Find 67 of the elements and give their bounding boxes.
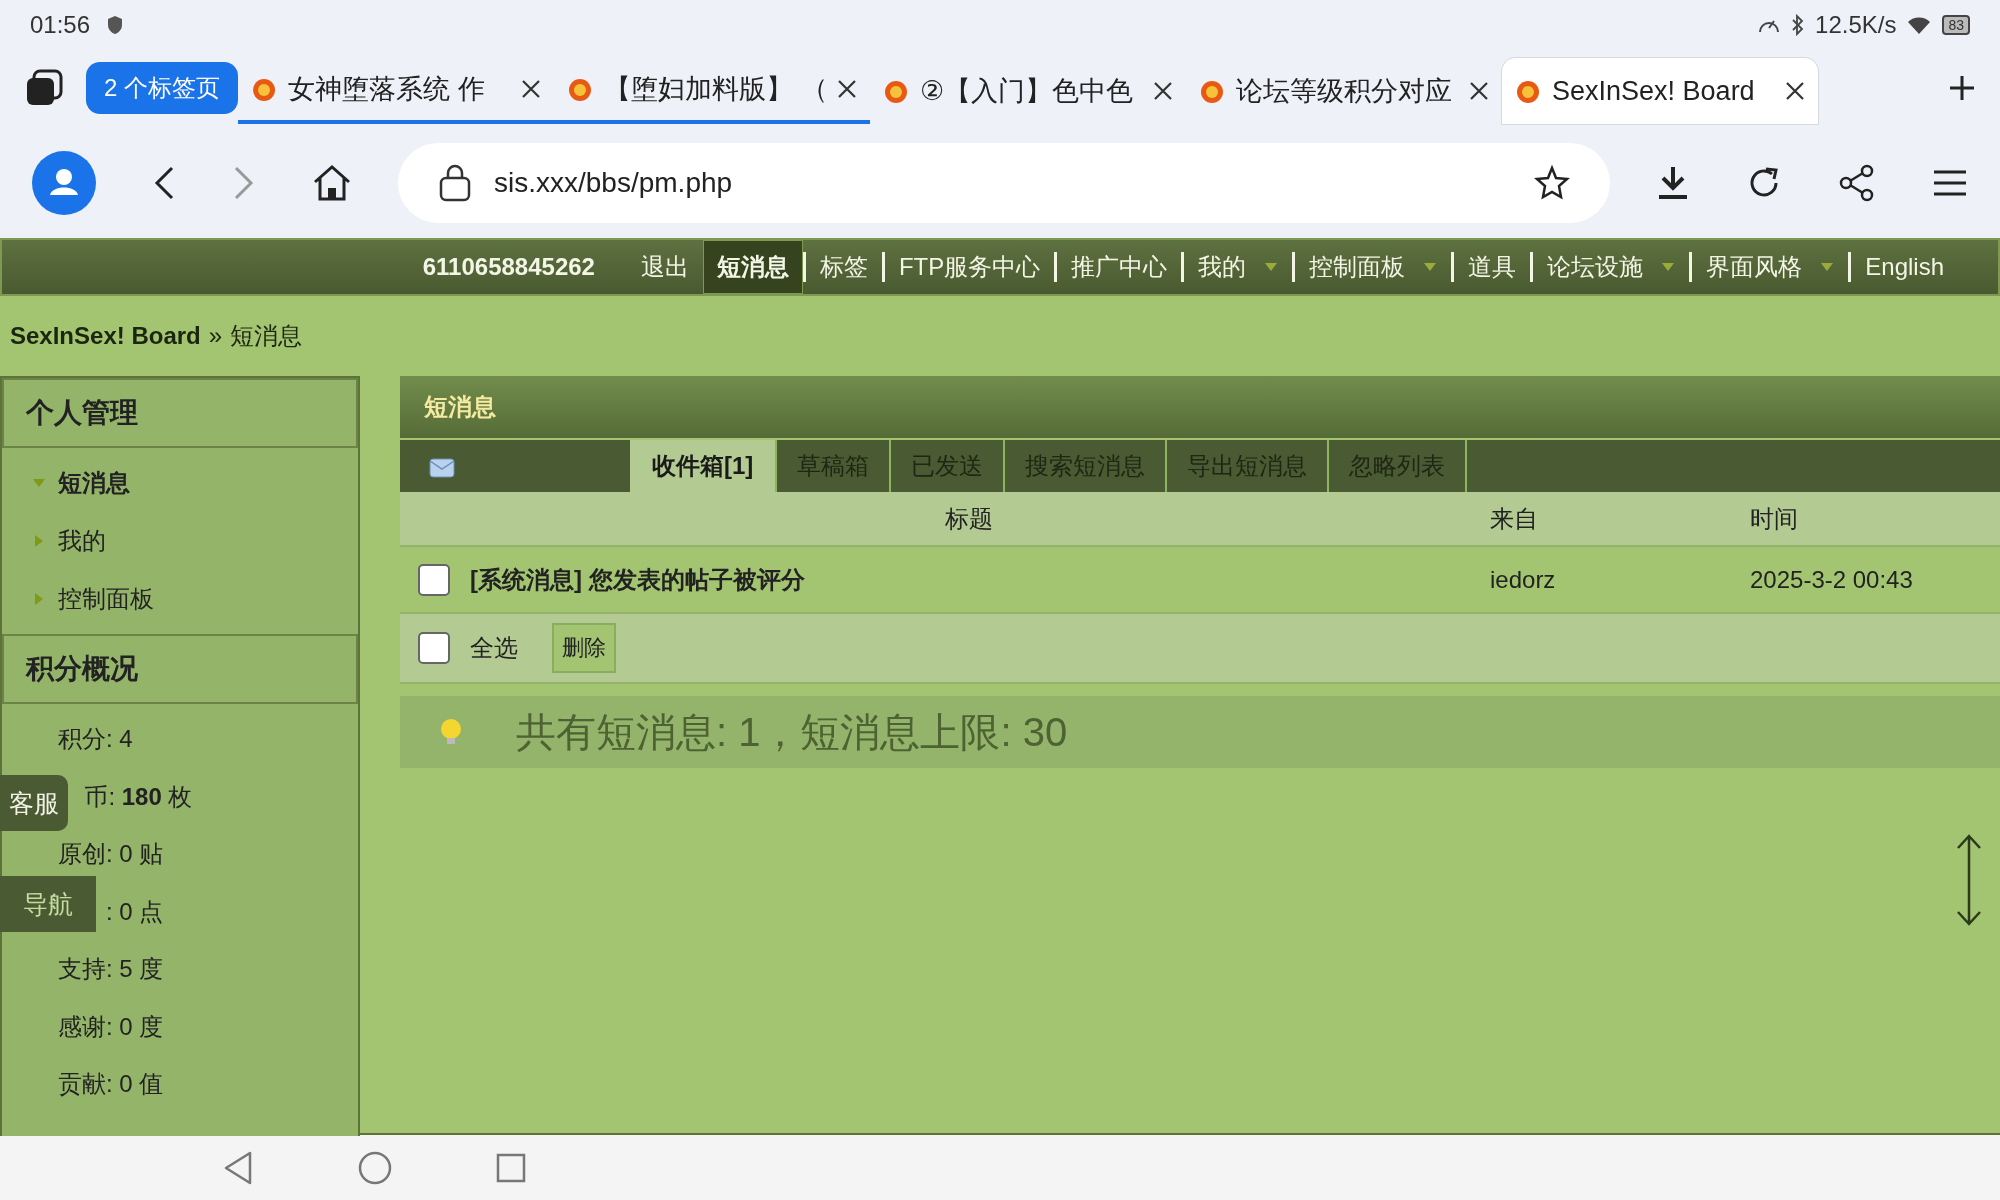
browser-tab[interactable]: SexInSex! Board xyxy=(1502,58,1818,125)
sidebar-item[interactable]: 短消息 xyxy=(2,454,358,513)
status-time: 01:56 xyxy=(30,10,91,39)
sidebar-heading: 个人管理 xyxy=(2,378,358,449)
dropdown-caret-icon[interactable] xyxy=(1423,262,1438,273)
sender-cell: iedorz xyxy=(1490,565,1556,594)
nav-link[interactable]: 推广中心 xyxy=(1054,252,1182,283)
select-all-checkbox[interactable] xyxy=(418,632,450,665)
checkbox[interactable] xyxy=(418,563,450,596)
new-tab-icon[interactable] xyxy=(1948,74,1976,103)
recents-icon[interactable] xyxy=(496,1152,526,1183)
browser-tab[interactable]: ②【入门】色中色 xyxy=(870,58,1186,125)
sidebar-heading: 积分概况 xyxy=(2,634,358,705)
nav-link[interactable]: 道具 xyxy=(1451,252,1531,283)
network-speed: 12.5K/s xyxy=(1815,10,1897,39)
stat-text: 贡献: 0 值 xyxy=(58,1069,164,1100)
column-header: 时间 xyxy=(1750,503,1798,534)
menu-icon[interactable] xyxy=(1932,168,1968,197)
delete-button[interactable]: 删除 xyxy=(552,623,616,674)
stat-text: 原创: 0 贴 xyxy=(58,839,164,870)
nav-link[interactable]: 界面风格 xyxy=(1689,252,1817,283)
stat-text: : 0 点 xyxy=(106,896,164,927)
panel-title: 短消息 xyxy=(400,376,2000,441)
nav-link[interactable]: 短消息 xyxy=(702,240,803,295)
stat-text: 感谢: 0 度 xyxy=(58,1011,164,1042)
nav-link[interactable]: 退出 xyxy=(626,240,703,295)
dropdown-caret-icon[interactable] xyxy=(1820,262,1835,273)
stat-text: 积分: 4 xyxy=(58,724,133,755)
column-header: 标题 xyxy=(945,503,993,534)
navigation-button[interactable]: 导航 xyxy=(0,876,96,933)
scroll-arrows-icon[interactable] xyxy=(1954,833,1984,928)
star-icon[interactable] xyxy=(1534,164,1570,201)
column-header: 来自 xyxy=(1490,503,1538,534)
dropdown-caret-icon[interactable] xyxy=(1264,262,1279,273)
browser-tab[interactable]: 论坛等级积分对应 xyxy=(1186,58,1502,125)
battery-icon: 83 xyxy=(1942,14,1970,35)
sidebar-item[interactable]: 我的 xyxy=(2,512,358,571)
share-icon[interactable] xyxy=(1838,163,1876,202)
back-icon[interactable] xyxy=(152,164,176,201)
message-subject-link[interactable]: [系统消息] 您发表的帖子被评分 xyxy=(470,563,805,596)
home-icon[interactable] xyxy=(312,163,352,202)
stat-text: 支持: 5 度 xyxy=(58,954,164,985)
breadcrumb-separator: » xyxy=(208,322,223,351)
nav-link[interactable]: English xyxy=(1848,252,1958,283)
nav-link[interactable]: 标签 xyxy=(802,252,882,283)
tab-group-chip[interactable]: 2 个标签页 xyxy=(86,62,238,115)
address-bar[interactable]: sis.xxx/bbs/pm.php xyxy=(398,142,1610,223)
sidebar-item[interactable]: 控制面板 xyxy=(2,570,358,629)
dropdown-caret-icon[interactable] xyxy=(1661,262,1676,273)
breadcrumb-link[interactable]: SexInSex! Board xyxy=(10,322,201,351)
nav-link[interactable]: 论坛设施 xyxy=(1530,252,1658,283)
nav-link[interactable]: 我的 xyxy=(1181,252,1261,283)
bluetooth-icon xyxy=(1791,13,1806,36)
nav-link[interactable]: 控制面板 xyxy=(1292,252,1420,283)
customer-service-button[interactable]: 客服 xyxy=(0,775,68,832)
nav-link[interactable]: FTP服务中心 xyxy=(881,252,1055,283)
breadcrumb-current: 短消息 xyxy=(230,321,303,352)
folder-tab[interactable]: 收件箱[1] xyxy=(630,440,778,493)
info-text: 共有短消息: 1，短消息上限: 30 xyxy=(516,708,1068,756)
download-icon[interactable] xyxy=(1656,164,1690,201)
time-cell: 2025-3-2 00:43 xyxy=(1750,565,1913,594)
username-link[interactable]: 6110658845262 xyxy=(408,240,627,295)
select-all-label[interactable]: 全选 xyxy=(470,632,518,665)
stat-text: 币: 180 枚 xyxy=(84,781,193,812)
profile-avatar-icon[interactable] xyxy=(32,150,96,215)
lock-icon xyxy=(438,163,472,202)
shield-icon xyxy=(106,14,125,35)
